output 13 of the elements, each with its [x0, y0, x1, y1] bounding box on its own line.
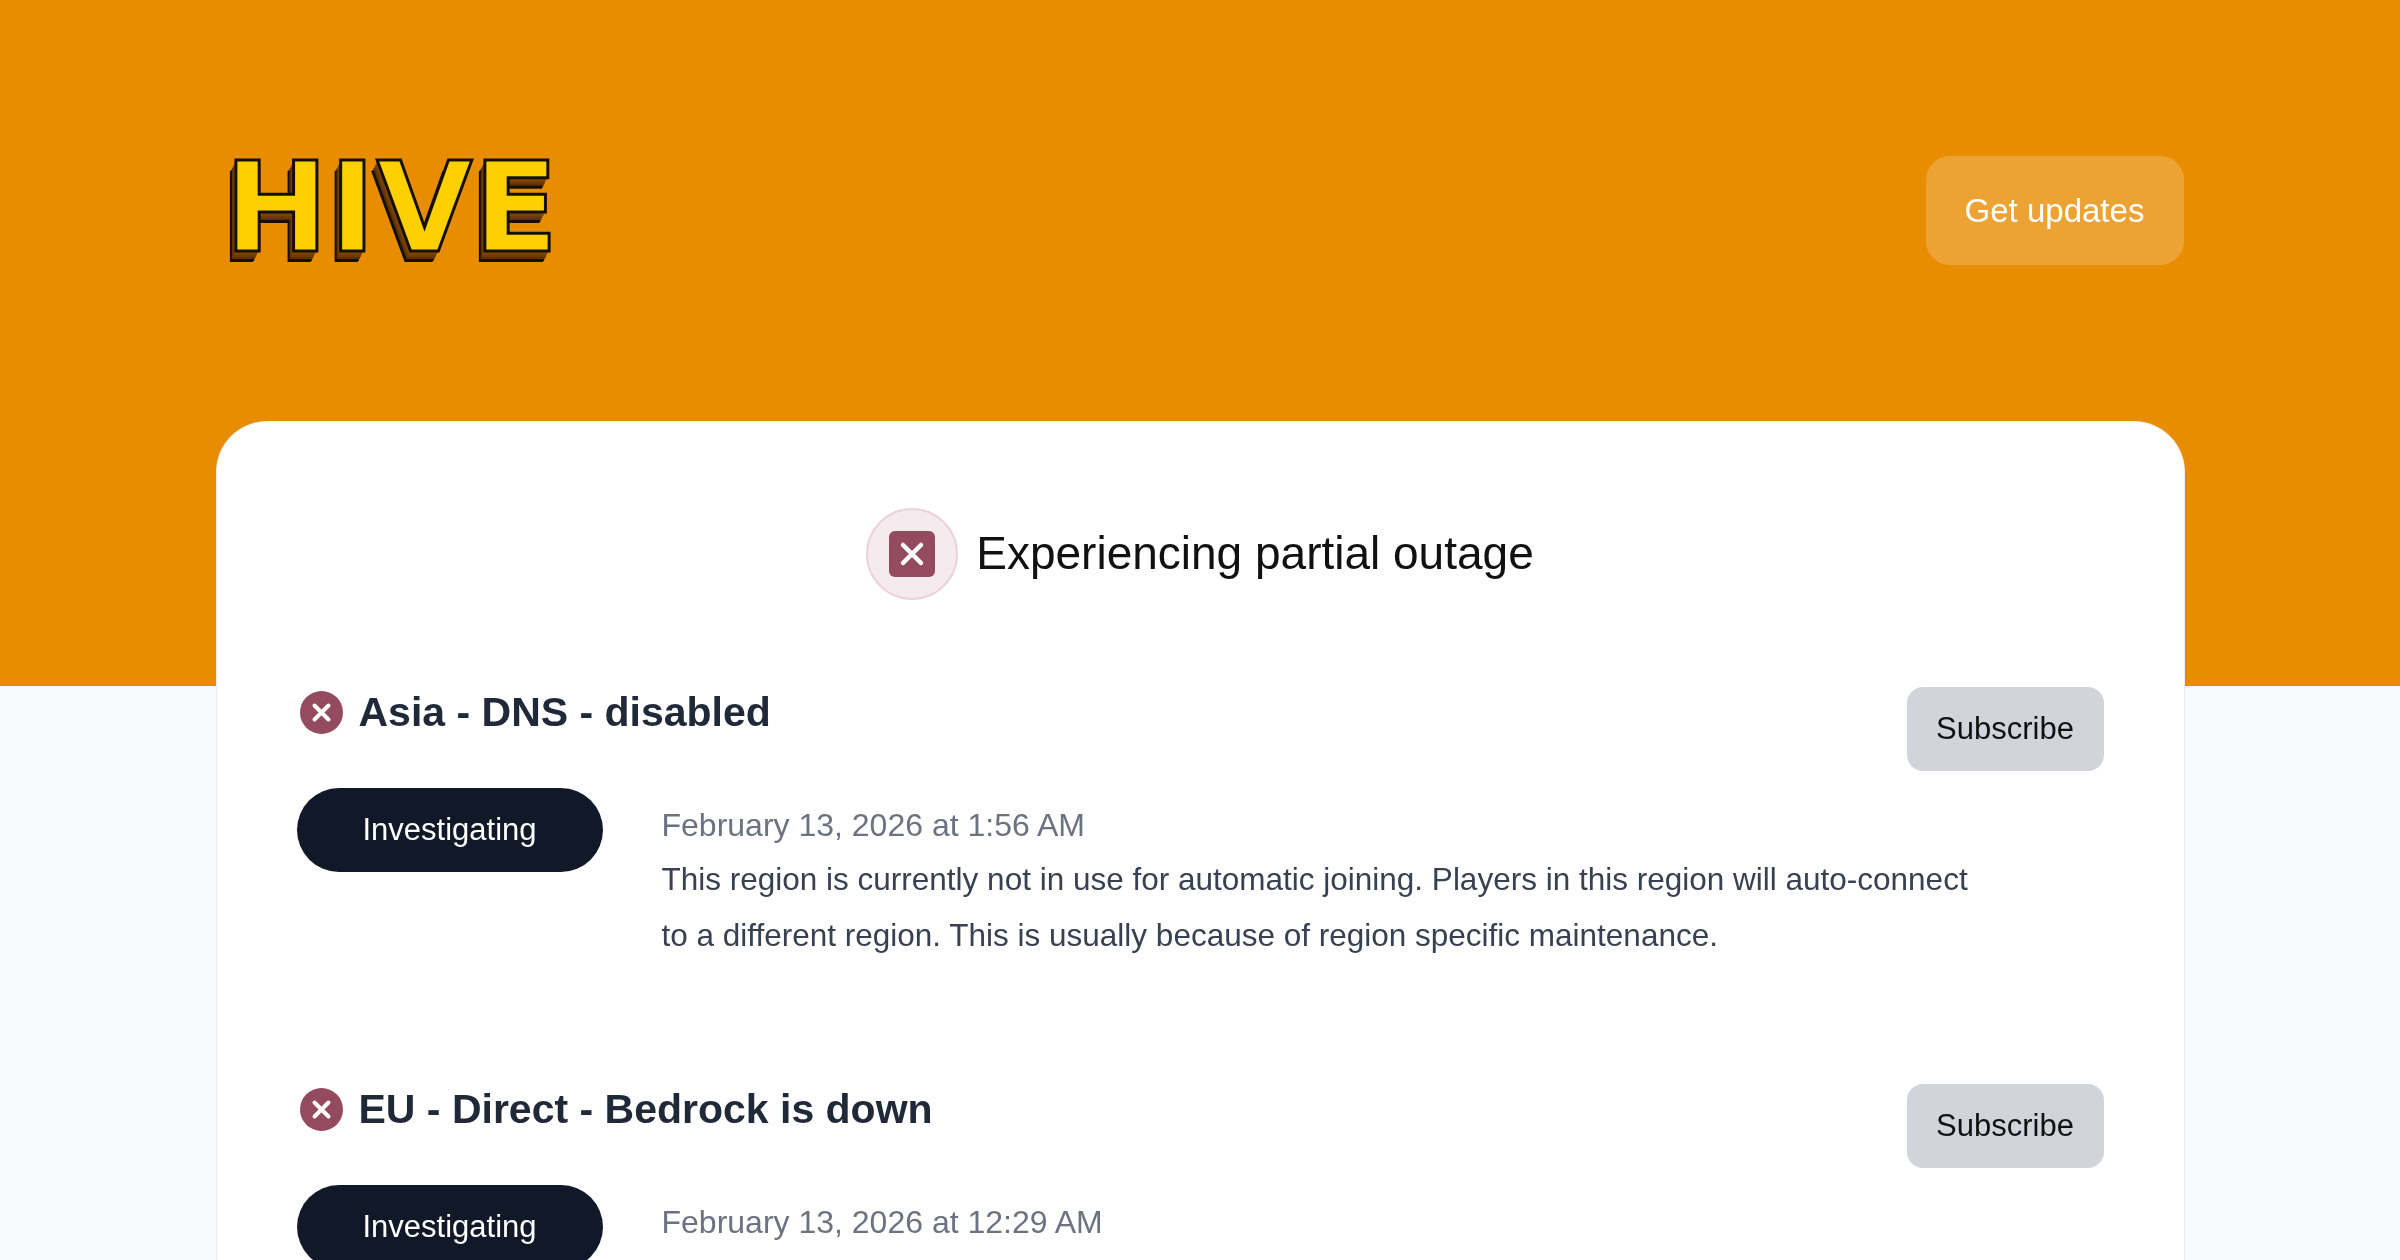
- incident-title: Asia - DNS - disabled: [358, 688, 771, 737]
- incident-description: This region is currently not in use for automatic joining. Players in this region will auto-connect to a different region. This is usually because of region specific maintenance.: [661, 860, 1969, 955]
- x-circle-icon: [299, 1087, 343, 1131]
- x-mark-icon: [866, 508, 959, 600]
- status-badge: Investigating: [296, 788, 603, 872]
- x-circle-icon: [299, 690, 343, 734]
- incident-time: February 13, 2026 at 1:56 AM: [661, 806, 1086, 845]
- incident-title: EU - Direct - Bedrock is down: [358, 1085, 933, 1134]
- subscribe-button[interactable]: Subscribe: [1906, 1084, 2104, 1168]
- incident-time: February 13, 2026 at 12:29 AM: [661, 1203, 1103, 1242]
- status-badge: Investigating: [296, 1185, 603, 1260]
- subscribe-button[interactable]: Subscribe: [1906, 687, 2104, 771]
- status-title: Experiencing partial outage: [976, 526, 1534, 582]
